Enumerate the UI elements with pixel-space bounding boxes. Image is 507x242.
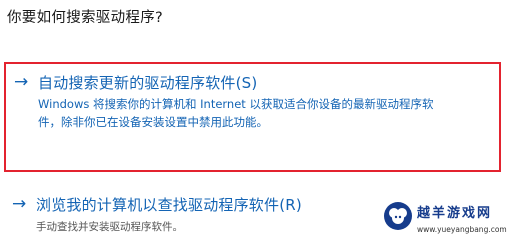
browse-computer-description-line: 手动查找并安装驱动程序软件。 bbox=[36, 221, 183, 233]
auto-search-description-line: Windows 将搜索你的计算机和 Internet 以获取适合你设备的最新驱动… bbox=[38, 97, 434, 111]
auto-search-option[interactable]: → 自动搜索更新的驱动程序软件(S) Windows 将搜索你的计算机和 Int… bbox=[4, 62, 501, 172]
sheep-logo-icon bbox=[384, 202, 412, 230]
auto-search-description: Windows 将搜索你的计算机和 Internet 以获取适合你设备的最新驱动… bbox=[38, 95, 433, 131]
watermark-name: 越羊游戏网 bbox=[417, 206, 493, 221]
arrow-right-icon: → bbox=[12, 194, 27, 214]
auto-search-title: 自动搜索更新的驱动程序软件(S) bbox=[38, 74, 258, 92]
browse-computer-title: 浏览我的计算机以查找驱动程序软件(R) bbox=[36, 196, 302, 214]
site-watermark: 越羊游戏网 www.yueyangbang.com bbox=[383, 199, 507, 241]
page-title: 你要如何搜索驱动程序? bbox=[7, 10, 163, 26]
browse-computer-description: 手动查找并安装驱动程序软件。 bbox=[36, 218, 183, 236]
watermark-url: www.yueyangbang.com bbox=[417, 225, 507, 234]
auto-search-description-line: 件，除非你已在设备安装设置中禁用此功能。 bbox=[38, 115, 268, 129]
driver-update-dialog: 你要如何搜索驱动程序? → 自动搜索更新的驱动程序软件(S) Windows 将… bbox=[0, 0, 507, 242]
arrow-right-icon: → bbox=[14, 72, 29, 92]
